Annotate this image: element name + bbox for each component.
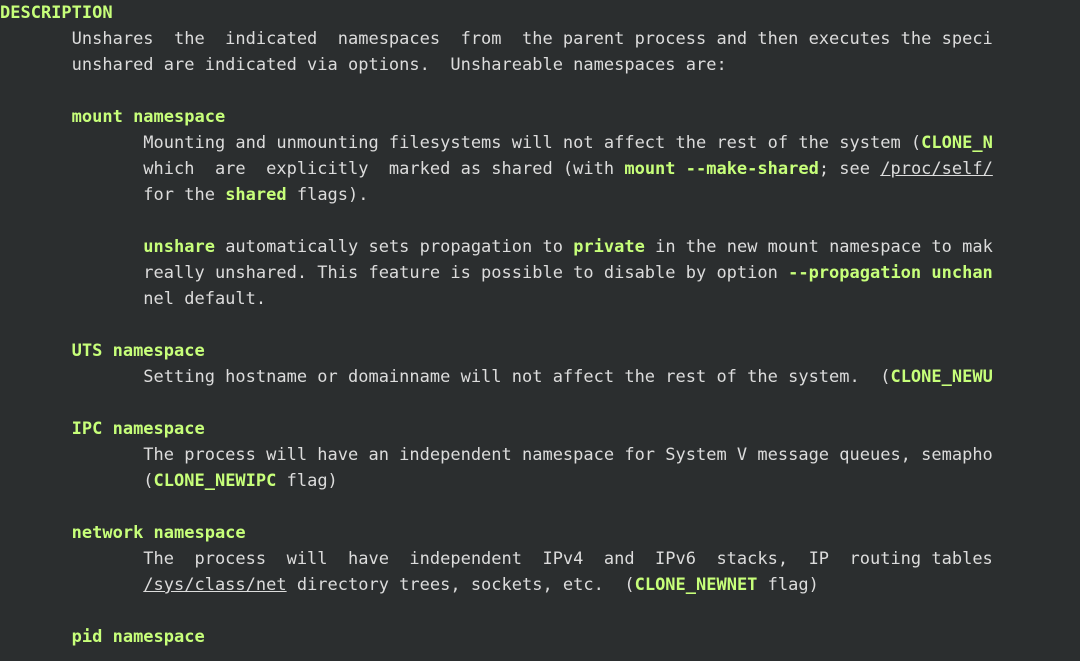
description-line-1: Unshares the indicated namespaces from t…	[0, 26, 1080, 52]
description-header: DESCRIPTION	[0, 3, 113, 23]
mount-line-2: which are explicitly marked as shared (w…	[0, 156, 1080, 182]
mount-para2-line-1: unshare automatically sets propagation t…	[0, 234, 1080, 260]
mount-line-1: Mounting and unmounting filesystems will…	[0, 130, 1080, 156]
uts-line-1: Setting hostname or domainname will not …	[0, 364, 1080, 390]
ipc-namespace-title: IPC namespace	[0, 416, 1080, 442]
manpage-content: DESCRIPTION Unshares the indicated names…	[0, 0, 1080, 650]
network-line-1: The process will have independent IPv4 a…	[0, 546, 1080, 572]
mount-namespace-title: mount namespace	[0, 104, 1080, 130]
network-namespace-title: network namespace	[0, 520, 1080, 546]
uts-namespace-title: UTS namespace	[0, 338, 1080, 364]
mount-line-3: for the shared flags).	[0, 182, 1080, 208]
ipc-line-2: (CLONE_NEWIPC flag)	[0, 468, 1080, 494]
network-line-2: /sys/class/net directory trees, sockets,…	[0, 572, 1080, 598]
pid-namespace-title: pid namespace	[0, 624, 1080, 650]
description-line-2: unshared are indicated via options. Unsh…	[0, 52, 1080, 78]
mount-para2-line-3: nel default.	[0, 286, 1080, 312]
ipc-line-1: The process will have an independent nam…	[0, 442, 1080, 468]
mount-para2-line-2: really unshared. This feature is possibl…	[0, 260, 1080, 286]
